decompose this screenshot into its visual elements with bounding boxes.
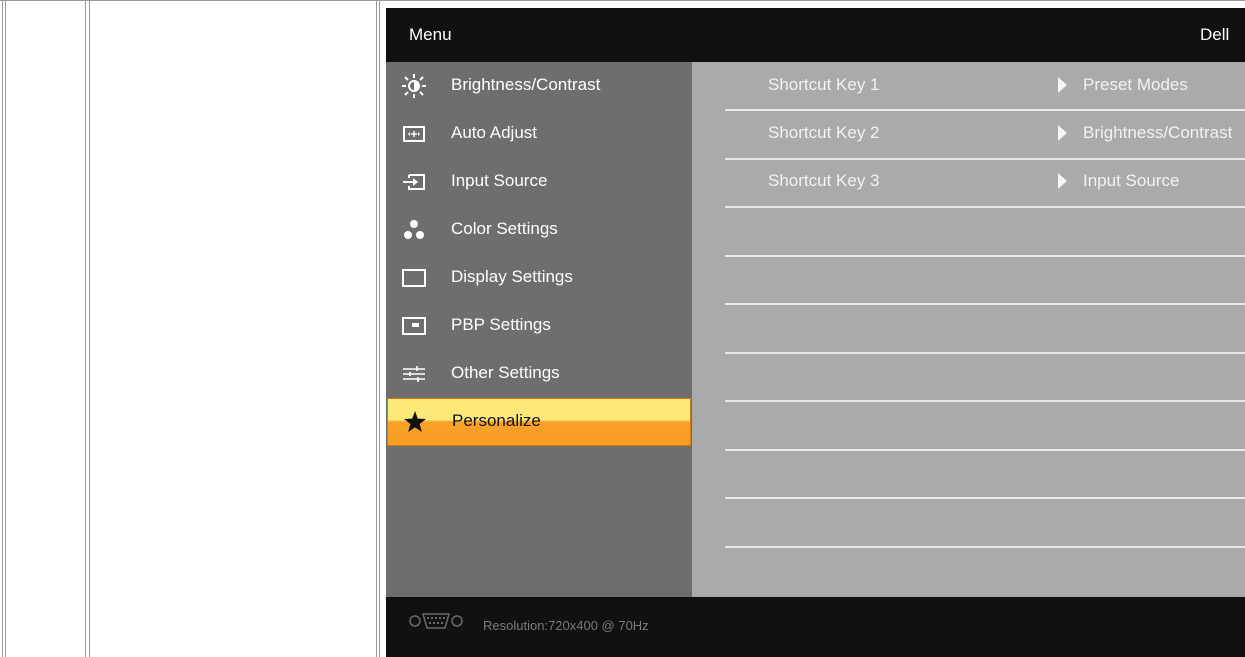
table-column-divider — [85, 0, 86, 657]
auto-adjust-icon — [403, 126, 425, 142]
row-divider — [725, 303, 1245, 305]
osd-content-panel: Shortcut Key 1 Preset Modes Shortcut Key… — [692, 62, 1245, 597]
menu-item-brightness-contrast[interactable]: Brightness/Contrast — [386, 62, 692, 110]
row-divider — [725, 449, 1245, 451]
row-divider — [725, 546, 1245, 548]
shortcut-key-value: Input Source — [1083, 171, 1180, 190]
table-border-top — [0, 0, 1245, 1]
shortcut-key-value: Preset Modes — [1083, 75, 1188, 94]
menu-item-label: Other Settings — [451, 363, 560, 382]
menu-item-pbp-settings[interactable]: PBP Settings — [386, 302, 692, 350]
menu-item-label: Input Source — [451, 171, 548, 190]
osd-menu: Brightness/Contrast Auto Adjust Input So… — [386, 62, 692, 597]
resolution-readout: Resolution:720x400 @ 70Hz — [483, 618, 649, 633]
other-settings-icon — [403, 366, 425, 382]
table-border-left-inner — [5, 0, 6, 657]
shortcut-key-value: Brightness/Contrast — [1083, 123, 1233, 142]
shortcut-key-label: Shortcut Key 3 — [768, 171, 880, 190]
triangle-right-icon — [1058, 77, 1067, 93]
pbp-settings-icon — [402, 317, 426, 335]
menu-item-label: Display Settings — [451, 267, 573, 286]
menu-item-color-settings[interactable]: Color Settings — [386, 206, 692, 254]
menu-item-label: Brightness/Contrast — [451, 75, 601, 94]
osd-header: Menu Dell — [386, 8, 1245, 62]
osd-footer: Resolution:720x400 @ 70Hz — [386, 597, 1245, 657]
row-divider — [725, 255, 1245, 257]
row-divider — [725, 206, 1245, 208]
osd-brand: Dell — [1200, 25, 1230, 44]
triangle-right-icon — [1058, 173, 1067, 189]
osd-title: Menu — [409, 25, 452, 44]
menu-item-display-settings[interactable]: Display Settings — [386, 254, 692, 302]
brightness-icon — [402, 74, 426, 98]
vga-connector-icon — [409, 613, 463, 629]
shortcut-key-row[interactable]: Shortcut Key 3 Input Source — [692, 158, 1245, 206]
menu-item-label: Auto Adjust — [451, 123, 538, 142]
osd-window: Menu Dell Brightness/Contrast Auto Adjus… — [386, 8, 1245, 657]
menu-item-other-settings[interactable]: Other Settings — [386, 350, 692, 398]
menu-item-label: Color Settings — [451, 219, 558, 238]
row-divider — [725, 400, 1245, 402]
table-column-divider-2 — [376, 0, 377, 657]
menu-item-input-source[interactable]: Input Source — [386, 158, 692, 206]
menu-item-label: Personalize — [452, 411, 541, 430]
menu-item-personalize[interactable]: Personalize — [387, 398, 691, 446]
input-source-icon — [403, 174, 425, 190]
color-settings-icon — [404, 220, 424, 239]
table-column-divider-inner — [89, 0, 90, 657]
table-column-divider-2-inner — [379, 0, 380, 657]
menu-item-label: PBP Settings — [451, 315, 551, 334]
row-divider — [725, 497, 1245, 499]
star-icon — [404, 411, 426, 432]
menu-item-auto-adjust[interactable]: Auto Adjust — [386, 110, 692, 158]
shortcut-key-label: Shortcut Key 2 — [768, 123, 880, 142]
shortcut-key-row[interactable]: Shortcut Key 2 Brightness/Contrast — [692, 110, 1245, 158]
table-border-left — [2, 0, 3, 657]
shortcut-key-row[interactable]: Shortcut Key 1 Preset Modes — [692, 62, 1245, 110]
display-settings-icon — [402, 269, 426, 287]
row-divider — [725, 352, 1245, 354]
shortcut-key-label: Shortcut Key 1 — [768, 75, 880, 94]
triangle-right-icon — [1058, 125, 1067, 141]
